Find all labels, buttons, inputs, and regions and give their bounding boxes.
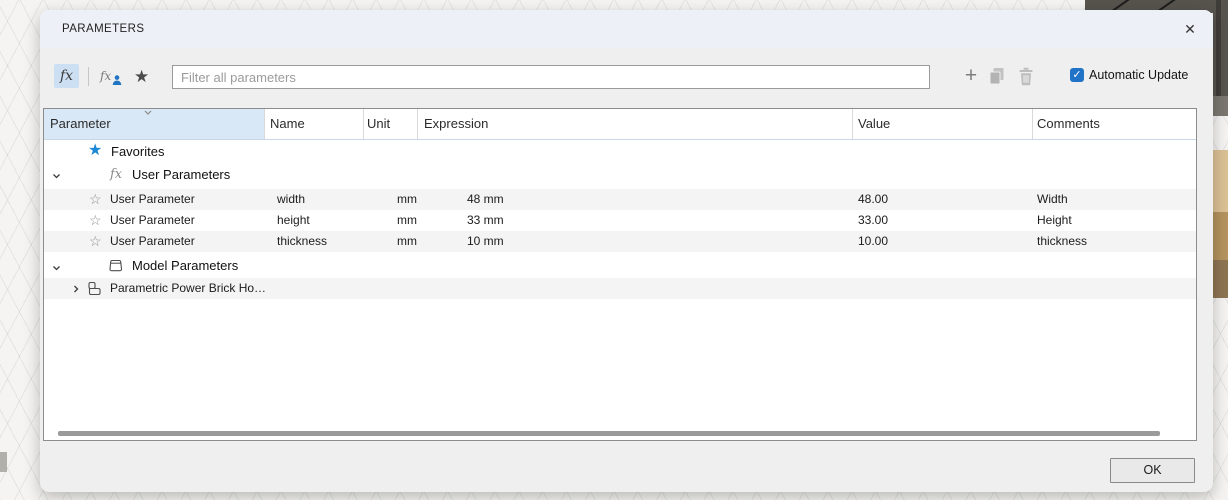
add-parameter-button[interactable]: +	[959, 63, 983, 89]
chevron-down-icon[interactable]	[51, 171, 62, 182]
cell-parameter-type: User Parameter	[110, 231, 195, 252]
filter-input[interactable]	[172, 65, 930, 89]
column-header-unit[interactable]: Unit	[367, 109, 390, 139]
cell-unit: mm	[397, 231, 417, 252]
gray-object	[1213, 96, 1228, 116]
table-header: Parameter Name Unit Expression Value Com…	[44, 109, 1196, 140]
column-separator	[363, 109, 364, 139]
sort-chevron-icon	[142, 109, 154, 117]
cell-name[interactable]: width	[277, 189, 305, 210]
show-all-parameters-button[interactable]: fx	[54, 64, 79, 88]
duplicate-parameter-button[interactable]	[988, 67, 1006, 91]
cell-comment[interactable]: thickness	[1037, 231, 1087, 252]
cell-expression[interactable]: 48 mm	[467, 189, 504, 210]
delete-parameter-button[interactable]	[1018, 67, 1034, 91]
checkmark-icon: ✓	[1072, 69, 1081, 81]
horizontal-scrollbar-thumb[interactable]	[58, 431, 1160, 436]
cell-name[interactable]: height	[277, 210, 310, 231]
parameter-row-height[interactable]: ☆ User Parameter height mm 33 mm 33.00 H…	[44, 210, 1196, 231]
cell-parameter-type: User Parameter	[110, 189, 195, 210]
copy-icon	[988, 67, 1006, 86]
favorites-label: Favorites	[111, 140, 164, 163]
model-parameters-section-row[interactable]: Model Parameters	[44, 254, 1196, 278]
background-3d-scene	[1213, 0, 1228, 500]
column-separator	[852, 109, 853, 139]
user-parameters-label: User Parameters	[132, 163, 230, 187]
cell-value: 10.00	[858, 231, 888, 252]
column-header-parameter[interactable]: Parameter	[50, 109, 111, 139]
cell-expression[interactable]: 10 mm	[467, 231, 504, 252]
cell-value: 33.00	[858, 210, 888, 231]
dialog-titlebar: PARAMETERS ✕	[40, 10, 1213, 48]
cell-parameter-type: User Parameter	[110, 210, 195, 231]
automatic-update-checkbox[interactable]: ✓	[1070, 68, 1084, 82]
column-separator	[264, 109, 265, 139]
parameter-row-thickness[interactable]: ☆ User Parameter thickness mm 10 mm 10.0…	[44, 231, 1196, 252]
chevron-right-icon[interactable]	[71, 284, 81, 294]
column-separator	[1032, 109, 1033, 139]
column-header-name[interactable]: Name	[270, 109, 305, 139]
model-cube-icon	[108, 258, 124, 274]
cell-unit: mm	[397, 189, 417, 210]
favorite-toggle-star-icon[interactable]: ☆	[89, 210, 102, 231]
parameters-dialog: PARAMETERS ✕ fx fx ★ +	[40, 10, 1213, 492]
favorite-toggle-star-icon[interactable]: ☆	[89, 231, 102, 252]
favorites-filter-button[interactable]: ★	[134, 65, 149, 89]
chevron-down-icon[interactable]	[51, 263, 62, 274]
trash-icon	[1018, 67, 1034, 86]
fx-user-icon: fx	[100, 69, 111, 83]
person-icon	[112, 75, 122, 85]
model-body-mid	[1213, 212, 1228, 260]
favorite-toggle-star-icon[interactable]: ☆	[89, 189, 102, 210]
ok-button-label: OK	[1143, 463, 1161, 477]
component-icon	[87, 281, 102, 296]
plus-icon: +	[965, 64, 977, 87]
cell-name[interactable]: thickness	[277, 231, 327, 252]
dark-object-edge	[1216, 0, 1221, 96]
column-header-expression[interactable]: Expression	[424, 109, 488, 139]
toolbar-divider	[88, 67, 89, 86]
cell-comment[interactable]: Height	[1037, 210, 1072, 231]
ok-button[interactable]: OK	[1110, 458, 1195, 483]
favorites-row[interactable]: ★ Favorites	[44, 140, 1196, 163]
cell-unit: mm	[397, 210, 417, 231]
user-parameters-filter-button[interactable]: fx	[100, 64, 128, 88]
model-parameters-label: Model Parameters	[132, 254, 238, 278]
model-body-bottom	[1213, 260, 1228, 298]
fx-icon: fx	[60, 68, 73, 84]
model-body-top	[1213, 150, 1228, 212]
user-parameters-section-row[interactable]: fx User Parameters	[44, 163, 1196, 187]
parameters-toolbar: fx fx ★ +	[40, 62, 1213, 92]
column-header-value[interactable]: Value	[858, 109, 890, 139]
cell-comment[interactable]: Width	[1037, 189, 1068, 210]
parameter-row-width[interactable]: ☆ User Parameter width mm 48 mm 48.00 Wi…	[44, 189, 1196, 210]
automatic-update-label: Automatic Update	[1089, 66, 1188, 85]
dialog-title: PARAMETERS	[62, 10, 144, 48]
column-header-comments[interactable]: Comments	[1037, 109, 1100, 139]
table-body: ★ Favorites fx User Parameters ☆ User Pa…	[44, 140, 1196, 440]
parameters-table: Parameter Name Unit Expression Value Com…	[43, 108, 1197, 441]
star-icon: ★	[134, 67, 149, 86]
background-fragment	[0, 452, 7, 472]
fx-section-icon: fx	[110, 163, 122, 187]
component-label: Parametric Power Brick Ho…	[110, 278, 266, 299]
cell-expression[interactable]: 33 mm	[467, 210, 504, 231]
close-icon[interactable]: ✕	[1182, 21, 1198, 37]
favorites-star-icon: ★	[88, 140, 102, 162]
column-separator	[417, 109, 418, 139]
cell-value: 48.00	[858, 189, 888, 210]
model-component-row[interactable]: Parametric Power Brick Ho…	[44, 278, 1196, 299]
